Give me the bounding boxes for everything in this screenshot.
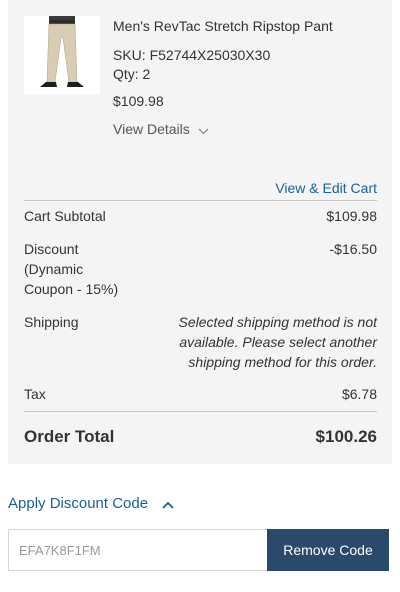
cart-subtotal-label: Cart Subtotal: [24, 208, 106, 224]
order-total-label: Order Total: [24, 427, 115, 446]
order-summary-panel: Men's RevTac Stretch Ripstop Pant SKU: F…: [8, 0, 392, 464]
view-details-toggle[interactable]: View Details: [113, 121, 209, 138]
view-edit-cart-link[interactable]: View & Edit Cart: [275, 180, 377, 196]
tax-label: Tax: [24, 386, 46, 402]
apply-discount-label: Apply Discount Code: [8, 495, 149, 512]
discount-label-line: Coupon - 15%): [24, 281, 119, 297]
tax-value: $6.78: [341, 386, 377, 402]
product-name[interactable]: Men's RevTac Stretch Ripstop Pant: [113, 18, 333, 34]
discount-label-line: (Dynamic: [24, 261, 84, 277]
discount-label: Discount (Dynamic Coupon - 15%): [24, 239, 118, 299]
shipping-note: Selected shipping method is not availabl…: [178, 314, 377, 370]
discount-code-input[interactable]: [8, 529, 267, 571]
product-sku: SKU: F52744X25030X30: [113, 47, 271, 63]
product-price: $109.98: [113, 93, 164, 109]
view-details-label: View Details: [113, 121, 190, 137]
remove-code-button[interactable]: Remove Code: [267, 529, 389, 571]
cart-subtotal-value: $109.98: [326, 208, 377, 224]
discount-value: -$16.50: [329, 241, 377, 257]
product-image[interactable]: [24, 16, 100, 94]
apply-discount-toggle[interactable]: Apply Discount Code: [8, 495, 174, 513]
product-quantity: Qty: 2: [113, 66, 151, 82]
shipping-label: Shipping: [24, 314, 79, 330]
chevron-down-icon: [198, 122, 209, 138]
divider: [24, 411, 377, 412]
discount-label-line: Discount: [24, 241, 79, 257]
divider: [24, 200, 377, 201]
chevron-up-icon: [162, 496, 174, 513]
pant-thumbnail-icon: [40, 16, 84, 87]
order-total-value: $100.26: [315, 427, 377, 446]
